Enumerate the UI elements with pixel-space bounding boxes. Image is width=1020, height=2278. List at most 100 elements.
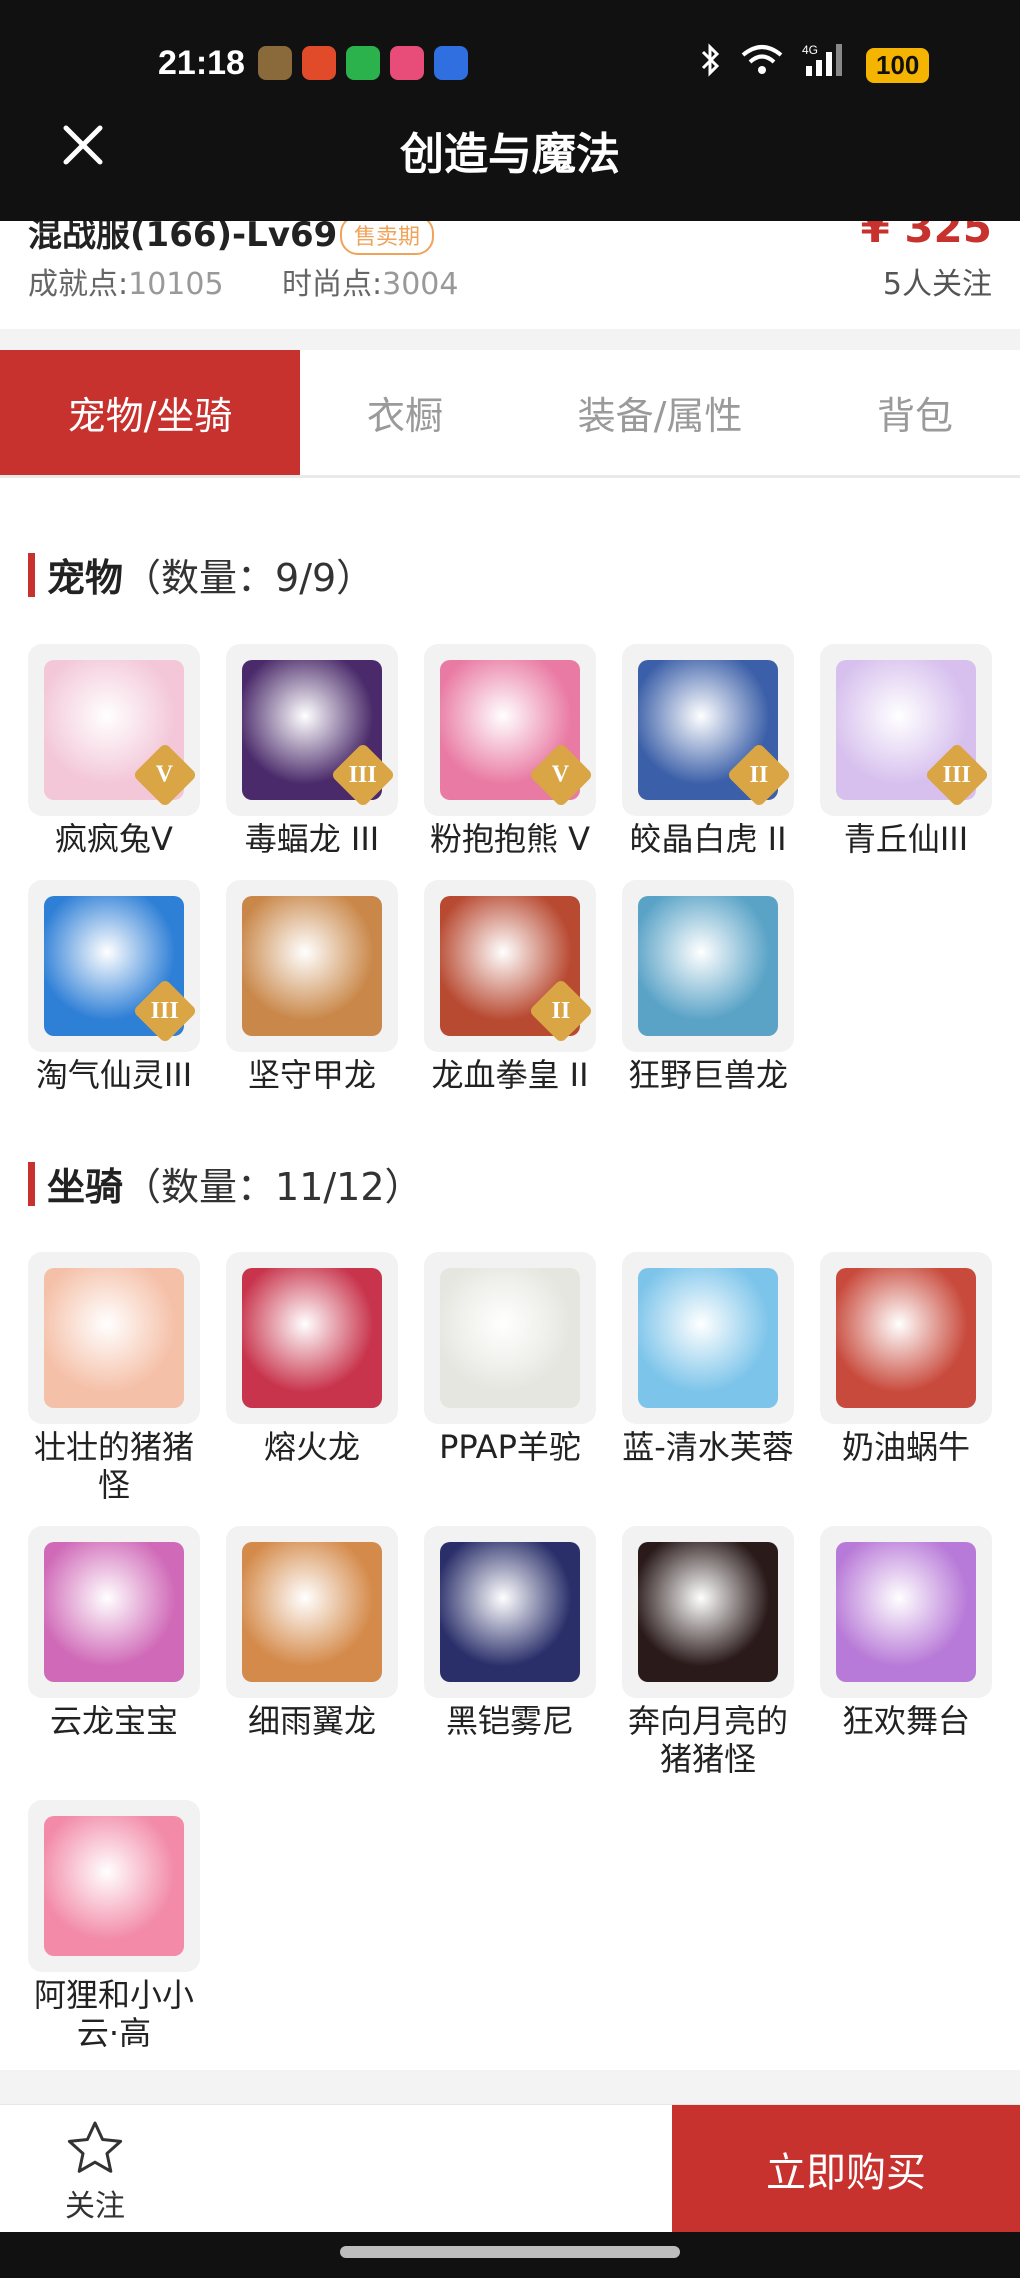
item-thumbnail [820,1526,992,1698]
buy-now-button[interactable]: 立即购买 [672,2105,1020,2233]
item-name: 青丘仙III [843,820,969,858]
grid-item[interactable]: 细雨翼龙 [224,1526,400,1740]
tab-backpack[interactable]: 背包 [810,350,1020,475]
grid-item[interactable]: PPAP羊驼 [422,1252,598,1466]
item-name: 狂欢舞台 [841,1702,970,1740]
fashion-value: 3004 [382,267,459,302]
item-name: 坚守甲龙 [247,1056,376,1094]
network-type: 4G [802,43,818,57]
achievement-value: 10105 [128,267,224,302]
signal-icon: 4G [802,42,848,89]
follow-label: 关注 [65,2189,125,2224]
item-name: 狂野巨兽龙 [627,1056,788,1094]
battery-icon: 100 [866,48,930,83]
item-name: 龙血拳皇 II [431,1056,589,1094]
grid-item[interactable]: III 青丘仙III [818,644,994,858]
grid-item[interactable]: 熔火龙 [224,1252,400,1466]
grid-item[interactable]: III 淘气仙灵III [26,880,202,1094]
mounts-count: （数量：11/12） [123,1165,423,1209]
section-marker [28,552,35,597]
item-thumbnail [28,1252,200,1424]
bluetooth-icon [700,43,722,88]
item-thumbnail [28,1800,200,1972]
item-thumbnail [424,1526,596,1698]
item-thumbnail [622,1252,794,1424]
grid-item[interactable]: 蓝-清水芙蓉 [620,1252,796,1466]
item-image [242,1542,382,1682]
item-name: 粉抱抱熊 V [429,820,591,858]
item-thumbnail: III [28,880,200,1052]
grid-item[interactable]: 狂野巨兽龙 [620,880,796,1094]
item-name: 阿狸和小小云·高 [33,1976,194,2052]
watchers-count: 5人关注 [882,267,992,302]
home-indicator[interactable] [340,2246,680,2258]
item-thumbnail [226,880,398,1052]
tab-pets-mounts[interactable]: 宠物/坐骑 [0,350,300,475]
grid-item[interactable]: 云龙宝宝 [26,1526,202,1740]
grid-item[interactable]: 黑铠雾尼 [422,1526,598,1740]
notification-icons [258,46,468,80]
item-name: PPAP羊驼 [439,1428,581,1466]
grid-item[interactable]: 壮壮的猪猪怪 [26,1252,202,1504]
tab-equipment[interactable]: 装备/属性 [510,350,810,475]
status-badge: 售卖期 [340,221,435,255]
item-image [242,896,382,1036]
item-name: 细雨翼龙 [247,1702,376,1740]
star-icon [67,2121,123,2173]
tab-bar: 宠物/坐骑 衣橱 装备/属性 背包 [0,350,1020,478]
item-image [638,896,778,1036]
section-marker [28,1161,35,1206]
system-icons: 4G 100 [700,42,930,89]
footer-divider [0,2070,1020,2106]
item-thumbnail [622,880,794,1052]
rank-label: V [552,761,570,788]
item-thumbnail [424,1252,596,1424]
item-name: 壮壮的猪猪怪 [33,1428,194,1504]
item-image [44,1816,184,1956]
item-name: 蓝-清水芙蓉 [622,1428,794,1466]
price: ¥ 325 [860,221,992,252]
item-thumbnail: V [28,644,200,816]
item-thumbnail: III [820,644,992,816]
page-title: 创造与魔法 [400,129,620,180]
tab-wardrobe[interactable]: 衣橱 [300,350,510,475]
wifi-icon [740,43,784,88]
server-name: 混战服(166)-Lv69 [28,221,338,255]
grid-item[interactable]: III 毒蝠龙 III [224,644,400,858]
rank-label: V [156,761,174,788]
follow-button[interactable]: 关注 [60,2119,130,2225]
notification-app-icon [346,46,380,80]
pets-title: 宠物 [47,556,124,600]
item-name: 淘气仙灵III [35,1056,193,1094]
item-thumbnail: V [424,644,596,816]
item-thumbnail [226,1526,398,1698]
item-image [836,1542,976,1682]
grid-item[interactable]: 奔向月亮的猪猪怪 [620,1526,796,1778]
item-name: 黑铠雾尼 [445,1702,574,1740]
grid-item[interactable]: 阿狸和小小云·高 [26,1800,202,2052]
rank-label: III [942,761,972,788]
status-bar: 21:18 4G 100 [0,0,1020,130]
item-thumbnail [820,1252,992,1424]
grid-item[interactable]: V 疯疯兔V [26,644,202,858]
item-thumbnail [622,1526,794,1698]
mounts-section-title: 坐骑 （数量：11/12） [28,1156,423,1211]
item-name: 毒蝠龙 III [244,820,380,858]
notification-app-icon [302,46,336,80]
achievement-label: 成就点: [28,267,129,302]
item-thumbnail [28,1526,200,1698]
grid-item[interactable]: II 皎晶白虎 II [620,644,796,858]
grid-item[interactable]: 狂欢舞台 [818,1526,994,1740]
top-bar: 21:18 4G 100 创造与魔法 [0,0,1020,221]
grid-item[interactable]: V 粉抱抱熊 V [422,644,598,858]
account-summary: 混战服(166)-Lv69 售卖期 ¥ 325 成就点:10105 时尚点:30… [0,221,1020,329]
item-image [440,1542,580,1682]
fashion-label: 时尚点: [282,267,383,302]
grid-item[interactable]: 奶油蜗牛 [818,1252,994,1466]
divider [0,329,1020,351]
achievement-points: 成就点:10105 [28,259,224,303]
status-time: 21:18 [158,44,245,82]
grid-item[interactable]: II 龙血拳皇 II [422,880,598,1094]
pets-count: （数量：9/9） [123,556,375,600]
grid-item[interactable]: 坚守甲龙 [224,880,400,1094]
